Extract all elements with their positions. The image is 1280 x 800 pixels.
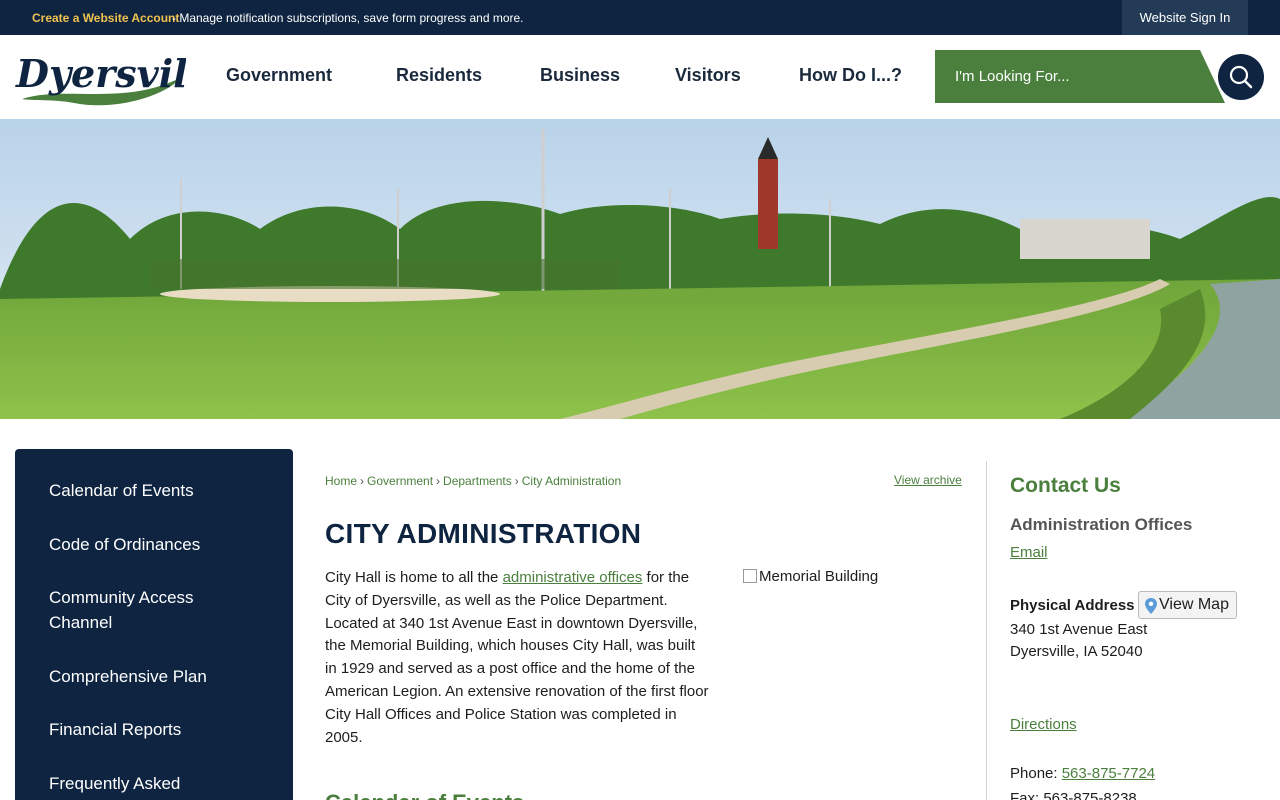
dyersville-logo[interactable]: Dyersville	[14, 47, 226, 109]
address-line-2: Dyersville, IA 52040	[1010, 643, 1143, 660]
breadcrumb-home[interactable]: Home	[325, 474, 357, 488]
top-utility-bar: Create a Website Account - Manage notifi…	[0, 0, 1280, 35]
sidebar-item-frequently-asked[interactable]: Frequently Asked	[49, 771, 249, 796]
create-account-link[interactable]: Create a Website Account	[32, 11, 179, 25]
sidebar-item-calendar-of-events[interactable]: Calendar of Events	[49, 478, 249, 503]
administrative-offices-link[interactable]: administrative offices	[503, 569, 643, 586]
physical-address-label: Physical Address	[1010, 597, 1135, 614]
page-title: CITY ADMINISTRATION	[325, 518, 642, 549]
intro-text-rest: for the City of Dyersville, as well as t…	[325, 569, 709, 746]
account-benefits-text: - Manage notification subscriptions, sav…	[172, 11, 524, 25]
column-divider	[986, 461, 987, 800]
email-link[interactable]: Email	[1010, 544, 1048, 561]
search-placeholder: I'm Looking For...	[955, 68, 1070, 85]
nav-government[interactable]: Government	[226, 65, 332, 86]
view-archive-link[interactable]: View archive	[894, 473, 962, 487]
map-pin-icon	[1145, 598, 1157, 614]
search-input[interactable]: I'm Looking For...	[935, 50, 1225, 103]
calendar-of-events-heading: Calendar of Events	[325, 790, 524, 800]
breadcrumb-city-administration[interactable]: City Administration	[522, 474, 621, 488]
nav-visitors[interactable]: Visitors	[675, 65, 741, 86]
sidebar-item-code-of-ordinances[interactable]: Code of Ordinances	[49, 532, 249, 557]
nav-how-do-i[interactable]: How Do I...?	[799, 65, 902, 86]
breadcrumb: Home › Government › Departments › City Adminis…	[325, 474, 622, 488]
breadcrumb-government[interactable]: Government	[367, 474, 433, 488]
intro-text-start: City Hall is home to all the	[325, 569, 503, 586]
nav-business[interactable]: Business	[540, 65, 620, 86]
sidebar-item-comprehensive-plan[interactable]: Comprehensive Plan	[49, 664, 249, 689]
directions-link[interactable]: Directions	[1010, 716, 1077, 733]
sidebar-item-financial-reports[interactable]: Financial Reports	[49, 717, 249, 742]
view-map-label: View Map	[1159, 596, 1229, 613]
search-icon	[1229, 65, 1253, 89]
memorial-building-image: Memorial Building	[743, 568, 878, 585]
image-alt-text: Memorial Building	[759, 568, 879, 585]
sidebar-item-community-access-channel[interactable]: Community Access Channel	[49, 585, 249, 635]
search-button[interactable]	[1218, 54, 1264, 100]
office-name: Administration Offices	[1010, 515, 1193, 534]
view-map-button[interactable]: View Map	[1138, 591, 1237, 619]
intro-paragraph: City Hall is home to all the administrat…	[325, 567, 710, 749]
website-sign-in-button[interactable]: Website Sign In	[1122, 0, 1248, 35]
breadcrumb-departments[interactable]: Departments	[443, 474, 512, 488]
site-header: Dyersville Government Residents Business…	[0, 35, 1280, 119]
hero-park-image	[0, 119, 1280, 419]
nav-residents[interactable]: Residents	[396, 65, 482, 86]
logo-wordmark: Dyersville	[15, 51, 186, 96]
phone-label: Phone:	[1010, 765, 1062, 782]
fax-text: Fax: 563-875-8238	[1010, 790, 1137, 800]
address-line-1: 340 1st Avenue East	[1010, 621, 1148, 638]
phone-row: Phone: 563-875-7724	[1010, 765, 1155, 782]
broken-image-icon	[743, 569, 757, 583]
contact-us-heading: Contact Us	[1010, 474, 1121, 497]
phone-link[interactable]: 563-875-7724	[1062, 765, 1155, 782]
sidebar-nav: Calendar of Events Code of Ordinances Co…	[15, 449, 293, 800]
